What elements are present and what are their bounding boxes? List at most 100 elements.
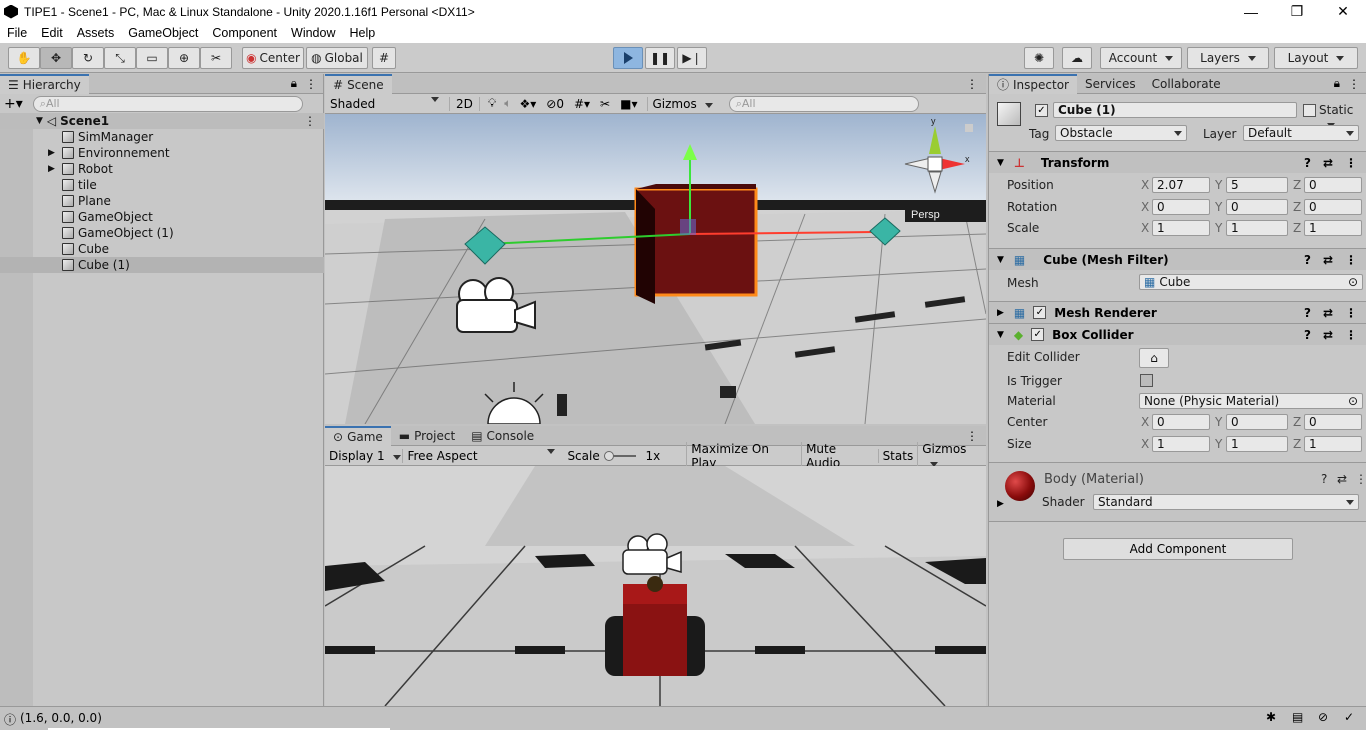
transform-header[interactable]: ▼ ⊥ Transform ? ⇄ ⋮ bbox=[989, 151, 1366, 173]
pivot-center-toggle[interactable]: ◉ Center bbox=[242, 47, 304, 69]
rect-tool-icon[interactable]: ▭ bbox=[136, 47, 168, 69]
gizmos-dropdown[interactable]: Gizmos bbox=[647, 96, 716, 111]
audio-icon[interactable]: 🔈︎ bbox=[504, 96, 511, 111]
center-z-field[interactable]: 0 bbox=[1304, 414, 1362, 430]
rotation-y-field[interactable]: 0 bbox=[1226, 199, 1288, 215]
shader-dropdown[interactable]: Standard bbox=[1093, 494, 1359, 510]
kebab-menu-icon[interactable]: ⋮ bbox=[1348, 77, 1360, 91]
tab-inspector[interactable]: ⓘ Inspector bbox=[989, 73, 1077, 94]
help-icon[interactable]: ? bbox=[1304, 328, 1311, 342]
camera-icon[interactable]: ■▾ bbox=[620, 97, 637, 111]
layer-dropdown[interactable]: Default bbox=[1243, 125, 1359, 141]
hidden-objects-icon[interactable]: ⊘ bbox=[546, 97, 556, 111]
expand-arrow-icon[interactable]: ▶ bbox=[48, 148, 62, 158]
expand-arrow-icon[interactable]: ▼ bbox=[36, 116, 43, 126]
services-icon[interactable]: ✺ bbox=[1024, 47, 1054, 69]
lock-icon[interactable]: 🔒︎ bbox=[1334, 76, 1340, 91]
component-menu-icon[interactable]: ⋮ bbox=[1355, 472, 1366, 486]
shading-dropdown[interactable]: Shaded bbox=[325, 97, 445, 111]
move-tool-icon[interactable]: ✥ bbox=[40, 47, 72, 69]
expand-arrow-icon[interactable]: ▶ bbox=[48, 164, 62, 174]
menu-assets[interactable]: Assets bbox=[70, 26, 122, 40]
component-menu-icon[interactable]: ⋮ bbox=[1345, 156, 1357, 170]
foldout-arrow-icon[interactable]: ▶ bbox=[997, 308, 1004, 318]
auto-generate-lighting-icon[interactable]: ⊘ bbox=[1318, 710, 1328, 724]
scene-viewport[interactable]: y x Persp bbox=[325, 114, 986, 424]
help-icon[interactable]: ? bbox=[1304, 306, 1311, 320]
menu-component[interactable]: Component bbox=[205, 26, 284, 40]
component-menu-icon[interactable]: ⋮ bbox=[1345, 253, 1357, 267]
menu-help[interactable]: Help bbox=[342, 26, 382, 40]
kebab-menu-icon[interactable]: ⋮ bbox=[305, 77, 317, 91]
object-picker-icon[interactable]: ⊙ bbox=[1348, 275, 1358, 289]
menu-edit[interactable]: Edit bbox=[34, 26, 70, 40]
box-collider-header[interactable]: ▼ ◆ ✓ Box Collider ? ⇄ ⋮ bbox=[989, 323, 1366, 345]
tab-services[interactable]: Services bbox=[1077, 74, 1144, 94]
stats-toggle[interactable]: Stats bbox=[877, 448, 918, 463]
help-icon[interactable]: ? bbox=[1321, 472, 1327, 486]
help-icon[interactable]: ? bbox=[1304, 253, 1311, 267]
hierarchy-item[interactable]: tile bbox=[0, 177, 324, 193]
grid-snap-icon[interactable]: # bbox=[372, 47, 396, 69]
menu-file[interactable]: File bbox=[0, 26, 34, 40]
menu-window[interactable]: Window bbox=[284, 26, 342, 40]
layout-dropdown[interactable]: Layout bbox=[1274, 47, 1358, 69]
center-x-field[interactable]: 0 bbox=[1152, 414, 1210, 430]
scale-z-field[interactable]: 1 bbox=[1304, 220, 1362, 236]
hand-tool-icon[interactable]: ✋ bbox=[8, 47, 40, 69]
scale-y-field[interactable]: 1 bbox=[1226, 220, 1288, 236]
grid-icon[interactable]: #▾ bbox=[574, 97, 590, 111]
is-trigger-checkbox[interactable] bbox=[1140, 374, 1153, 387]
foldout-arrow-icon[interactable]: ▶ bbox=[997, 499, 1004, 509]
component-menu-icon[interactable]: ⋮ bbox=[1345, 328, 1357, 342]
cache-icon[interactable]: ▤ bbox=[1292, 710, 1303, 724]
object-picker-icon[interactable]: ⊙ bbox=[1348, 394, 1358, 408]
hierarchy-item[interactable]: Cube bbox=[0, 241, 324, 257]
center-y-field[interactable]: 0 bbox=[1226, 414, 1288, 430]
minimize-button[interactable]: — bbox=[1228, 0, 1274, 23]
play-button[interactable] bbox=[613, 47, 643, 69]
maximize-button[interactable]: ❐ bbox=[1274, 0, 1320, 23]
menu-gameobject[interactable]: GameObject bbox=[121, 26, 205, 40]
position-x-field[interactable]: 2.07 bbox=[1152, 177, 1210, 193]
tab-hierarchy[interactable]: ☰ Hierarchy bbox=[0, 73, 89, 94]
account-dropdown[interactable]: Account bbox=[1100, 47, 1182, 69]
add-icon[interactable]: +▾ bbox=[4, 96, 23, 112]
scale-slider[interactable] bbox=[603, 450, 636, 461]
position-z-field[interactable]: 0 bbox=[1304, 177, 1362, 193]
add-component-button[interactable]: Add Component bbox=[1063, 538, 1293, 560]
tab-console[interactable]: ▤ Console bbox=[463, 426, 542, 446]
box-collider-enabled-checkbox[interactable]: ✓ bbox=[1031, 328, 1045, 341]
rotation-x-field[interactable]: 0 bbox=[1152, 199, 1210, 215]
kebab-menu-icon[interactable]: ⋮ bbox=[966, 429, 978, 443]
scene-search-input[interactable]: ⌕ All bbox=[728, 95, 919, 112]
hierarchy-item[interactable]: GameObject bbox=[0, 209, 324, 225]
hierarchy-item-selected[interactable]: Cube (1) bbox=[0, 257, 324, 273]
mode-2d-button[interactable]: 2D bbox=[449, 96, 480, 111]
static-checkbox[interactable] bbox=[1303, 104, 1316, 117]
hierarchy-item[interactable]: ▶ Robot bbox=[0, 161, 324, 177]
scale-x-field[interactable]: 1 bbox=[1152, 220, 1210, 236]
foldout-arrow-icon[interactable]: ▼ bbox=[997, 158, 1004, 168]
aspect-dropdown[interactable]: Free Aspect bbox=[402, 448, 561, 463]
tab-game[interactable]: ⊙ Game bbox=[325, 425, 391, 446]
foldout-arrow-icon[interactable]: ▼ bbox=[997, 255, 1004, 265]
tab-project[interactable]: ▬ Project bbox=[391, 426, 463, 446]
space-global-toggle[interactable]: ◍ Global bbox=[306, 47, 368, 69]
position-y-field[interactable]: 5 bbox=[1226, 177, 1288, 193]
tag-dropdown[interactable]: Obstacle bbox=[1055, 125, 1187, 141]
edit-collider-button[interactable]: ⌂ bbox=[1139, 348, 1169, 368]
hierarchy-search-input[interactable]: ⌕ All bbox=[32, 95, 303, 112]
mesh-renderer-enabled-checkbox[interactable]: ✓ bbox=[1033, 306, 1047, 319]
lock-icon[interactable]: 🔒︎ bbox=[291, 76, 297, 91]
hierarchy-item[interactable]: GameObject (1) bbox=[0, 225, 324, 241]
hierarchy-item[interactable]: SimManager bbox=[0, 129, 324, 145]
presets-icon[interactable]: ⇄ bbox=[1323, 156, 1333, 170]
scene-menu-icon[interactable]: ⋮ bbox=[304, 114, 316, 128]
tab-collaborate[interactable]: Collaborate bbox=[1144, 74, 1229, 94]
hierarchy-item[interactable]: Plane bbox=[0, 193, 324, 209]
component-menu-icon[interactable]: ⋮ bbox=[1345, 306, 1357, 320]
size-x-field[interactable]: 1 bbox=[1152, 436, 1210, 452]
size-z-field[interactable]: 1 bbox=[1304, 436, 1362, 452]
lighting-icon[interactable]: 💡︎ bbox=[488, 96, 496, 111]
